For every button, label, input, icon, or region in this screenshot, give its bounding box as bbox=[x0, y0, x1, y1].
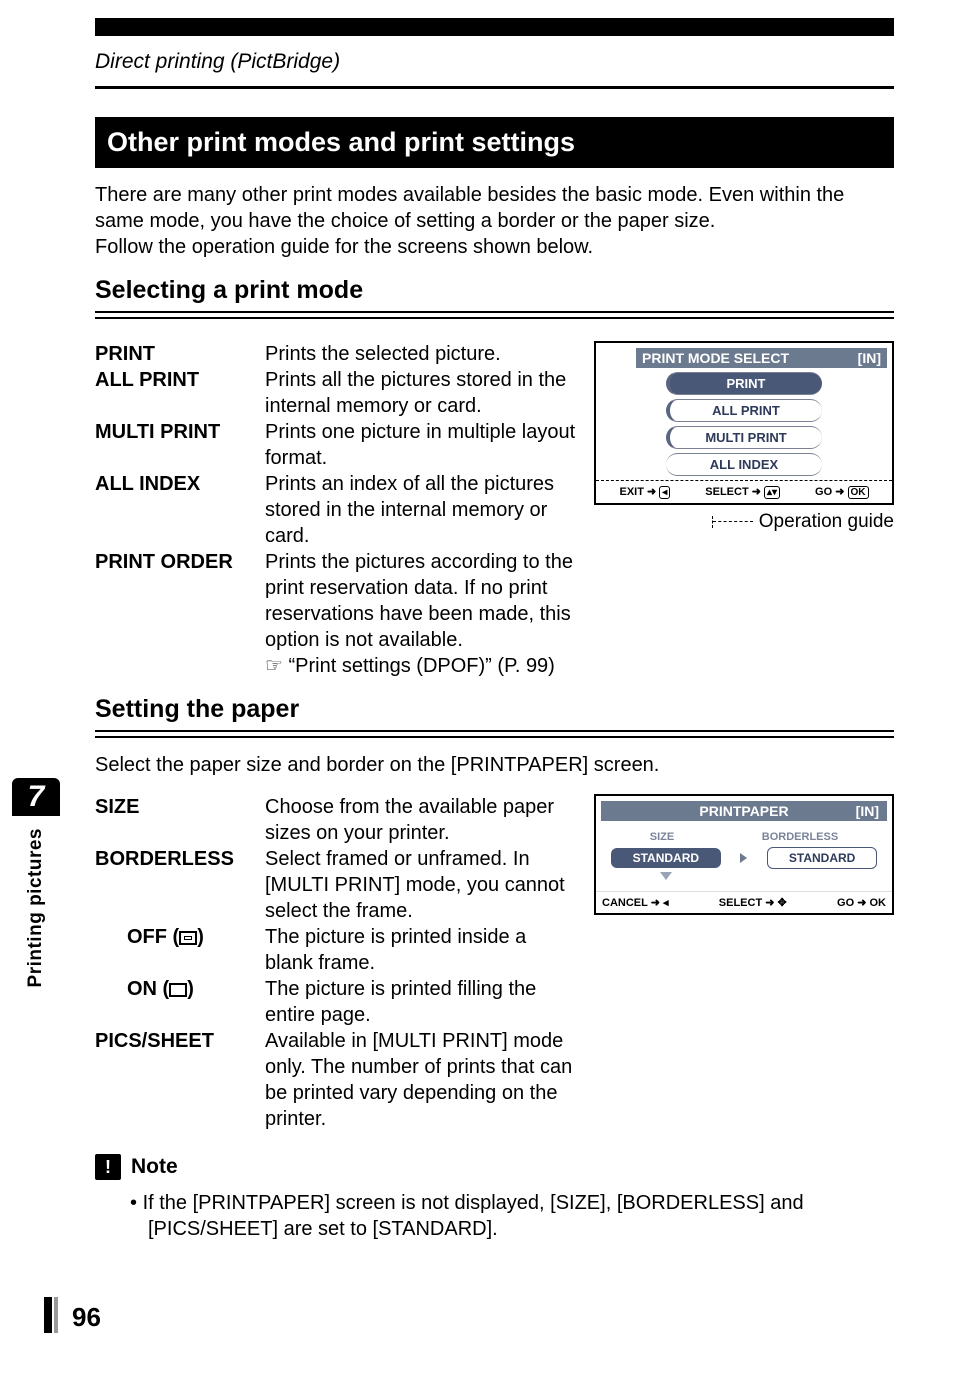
nav-key-icon: ✥ bbox=[778, 897, 787, 909]
lcd-item-all-print: ALL PRINT bbox=[666, 399, 822, 422]
subsection-select-mode: Selecting a print mode bbox=[95, 276, 894, 305]
lcd-footer-bar: CANCEL ➜ ◂ SELECT ➜ ✥ GO ➜ OK bbox=[596, 891, 892, 913]
desc-size: Choose from the available paper sizes on… bbox=[265, 794, 576, 846]
term-pics-sheet: PICS/SHEET bbox=[95, 1028, 265, 1132]
page-number: 96 bbox=[72, 1302, 101, 1333]
term-print: PRINT bbox=[95, 341, 265, 367]
arrow-icon: ➜ bbox=[835, 486, 844, 498]
down-arrow-icon bbox=[660, 872, 672, 880]
lcd-printpaper: PRINTPAPER [IN] SIZE BORDERLESS STANDARD… bbox=[594, 794, 894, 1132]
page-number-block: 96 bbox=[44, 1297, 101, 1333]
ok-key-icon: OK bbox=[848, 486, 869, 499]
paper-definitions: SIZEChoose from the available paper size… bbox=[95, 794, 576, 1132]
term-multi-print: MULTI PRINT bbox=[95, 419, 265, 471]
lcd-value-size: STANDARD bbox=[611, 848, 721, 868]
lcd-col-borderless: BORDERLESS bbox=[762, 831, 838, 843]
lcd-item-multi-print: MULTI PRINT bbox=[666, 426, 822, 449]
term-borderless: BORDERLESS bbox=[95, 846, 265, 924]
desc-pics-sheet: Available in [MULTI PRINT] mode only. Th… bbox=[265, 1028, 576, 1132]
arrow-icon: ➜ bbox=[752, 486, 761, 498]
lcd-value-borderless: STANDARD bbox=[767, 847, 877, 869]
lcd-in-tag: [IN] bbox=[856, 803, 879, 819]
updown-key-icon: ▴▾ bbox=[764, 486, 780, 499]
desc-borderless: Select framed or unframed. In [MULTI PRI… bbox=[265, 846, 576, 924]
left-key-icon: ◂ bbox=[663, 897, 669, 909]
left-key-icon: ◂ bbox=[659, 486, 670, 499]
divider bbox=[95, 317, 894, 319]
lcd-print-mode-select: PRINT MODE SELECT [IN] PRINT ALL PRINT M… bbox=[594, 341, 894, 679]
desc-all-print: Prints all the pictures stored in the in… bbox=[265, 367, 576, 419]
divider bbox=[95, 736, 894, 738]
lcd-in-tag: [IN] bbox=[858, 350, 881, 366]
lcd-title: PRINT MODE SELECT bbox=[642, 350, 789, 366]
note-badge-icon: ! bbox=[95, 1154, 121, 1180]
desc-multi-print: Prints one picture in multiple layout fo… bbox=[265, 419, 576, 471]
frame-on-icon bbox=[169, 983, 187, 997]
term-print-order: PRINT ORDER bbox=[95, 549, 265, 653]
frame-off-icon bbox=[179, 931, 197, 945]
setting-paper-intro: Select the paper size and border on the … bbox=[95, 752, 892, 778]
chapter-number: 7 bbox=[12, 778, 60, 816]
note-label: Note bbox=[131, 1155, 178, 1179]
desc-off: The picture is printed inside a blank fr… bbox=[265, 924, 576, 976]
desc-all-index: Prints an index of all the pictures stor… bbox=[265, 471, 576, 549]
term-on: ON () bbox=[95, 976, 265, 1028]
desc-on: The picture is printed filling the entir… bbox=[265, 976, 576, 1028]
lcd-operation-guide-bar: EXIT ➜ ◂ SELECT ➜ ▴▾ GO ➜ OK bbox=[596, 480, 892, 503]
chapter-title: Direct printing (PictBridge) bbox=[95, 50, 954, 74]
right-arrow-icon bbox=[740, 853, 747, 863]
intro-text: There are many other print modes availab… bbox=[95, 182, 892, 260]
cross-reference: ☞ “Print settings (DPOF)” (P. 99) bbox=[265, 655, 555, 677]
desc-print: Prints the selected picture. bbox=[265, 341, 576, 367]
top-black-bar bbox=[95, 18, 894, 36]
divider bbox=[95, 311, 894, 313]
term-all-index: ALL INDEX bbox=[95, 471, 265, 549]
lcd-item-print: PRINT bbox=[666, 372, 822, 395]
arrow-icon: ➜ bbox=[647, 486, 656, 498]
operation-guide-caption: Operation guide bbox=[594, 511, 894, 533]
arrow-icon: ➜ bbox=[857, 897, 866, 909]
term-off: OFF () bbox=[95, 924, 265, 976]
print-mode-definitions: PRINTPrints the selected picture. ALL PR… bbox=[95, 341, 576, 679]
desc-print-order: Prints the pictures according to the pri… bbox=[265, 549, 576, 653]
divider bbox=[95, 86, 894, 89]
ok-key-icon: OK bbox=[869, 897, 886, 909]
side-chapter-label: Printing pictures bbox=[25, 828, 47, 987]
side-tab: 7 Printing pictures bbox=[12, 778, 60, 992]
term-all-print: ALL PRINT bbox=[95, 367, 265, 419]
term-size: SIZE bbox=[95, 794, 265, 846]
lcd-col-size: SIZE bbox=[650, 831, 674, 843]
arrow-icon: ➜ bbox=[651, 897, 660, 909]
lcd-item-all-index: ALL INDEX bbox=[666, 453, 822, 476]
section-title: Other print modes and print settings bbox=[95, 117, 894, 168]
arrow-icon: ➜ bbox=[765, 897, 774, 909]
note-bullet: • If the [PRINTPAPER] screen is not disp… bbox=[130, 1190, 892, 1242]
divider bbox=[95, 730, 894, 732]
lcd-title: PRINTPAPER bbox=[699, 803, 788, 819]
subsection-setting-paper: Setting the paper bbox=[95, 695, 894, 724]
